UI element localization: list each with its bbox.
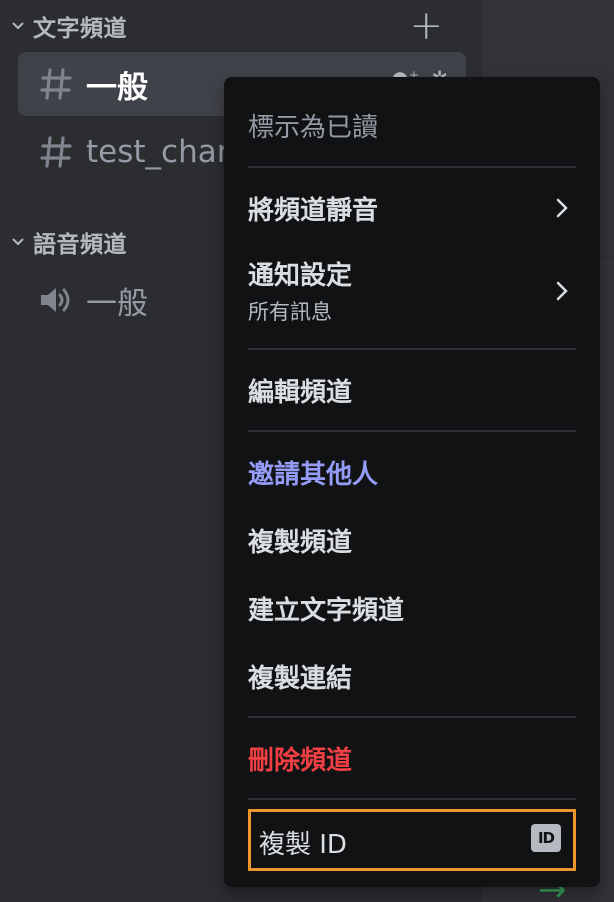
menu-item-label: 建立文字頻道 [248,595,405,626]
menu-separator [248,716,576,718]
id-icon: ID [531,824,561,852]
hash-icon [30,135,82,169]
menu-item-label: 通知設定 [248,261,353,291]
menu-item-delete-channel[interactable]: 刪除頻道 [248,737,584,779]
menu-item-duplicate-channel[interactable]: 複製頻道 [248,519,584,561]
menu-item-copy-id[interactable]: 複製 ID ID [248,809,576,871]
chevron-down-icon [12,238,24,246]
menu-item-label: 邀請其他人 [248,459,379,490]
menu-separator [248,798,576,800]
channel-name: 一般 [86,69,148,106]
menu-item-mute-channel[interactable]: 將頻道靜音 [248,187,584,229]
channel-context-menu: 標示為已讀 將頻道靜音 通知設定 所有訊息 編輯頻道 邀請其他人 複製頻道 建立… [224,77,600,887]
channel-name: 一般 [86,285,148,322]
speaker-icon [30,283,82,317]
menu-item-label: 編輯頻道 [248,377,353,408]
notification-setting-value: 所有訊息 [248,300,332,324]
discord-window: → 文字頻道 + 一般 ●⁺ ✲ test_chann [0,0,614,902]
menu-item-notification-settings[interactable]: 通知設定 所有訊息 [248,255,584,327]
plus-icon[interactable]: + [409,6,443,46]
menu-separator [248,348,576,350]
menu-item-mark-read[interactable]: 標示為已讀 [248,105,584,145]
menu-item-create-text-channel[interactable]: 建立文字頻道 [248,587,584,629]
menu-separator [248,166,576,168]
menu-item-copy-link[interactable]: 複製連結 [248,655,584,697]
menu-item-label: 刪除頻道 [248,745,353,776]
menu-item-label: 將頻道靜音 [248,195,379,226]
hash-icon [30,67,82,101]
menu-item-edit-channel[interactable]: 編輯頻道 [248,369,584,411]
menu-item-label: 標示為已讀 [248,112,379,143]
chevron-right-icon [556,281,568,301]
category-label: 語音頻道 [33,232,127,258]
menu-item-label: 複製 ID [259,830,347,860]
menu-separator [248,430,576,432]
menu-item-label: 複製頻道 [248,527,353,558]
chevron-right-icon [556,198,568,218]
chevron-down-icon [12,22,24,30]
category-text-channels[interactable]: 文字頻道 + [0,6,460,46]
menu-item-invite-others[interactable]: 邀請其他人 [248,451,584,493]
category-label: 文字頻道 [33,16,127,42]
menu-item-label: 複製連結 [248,663,353,694]
